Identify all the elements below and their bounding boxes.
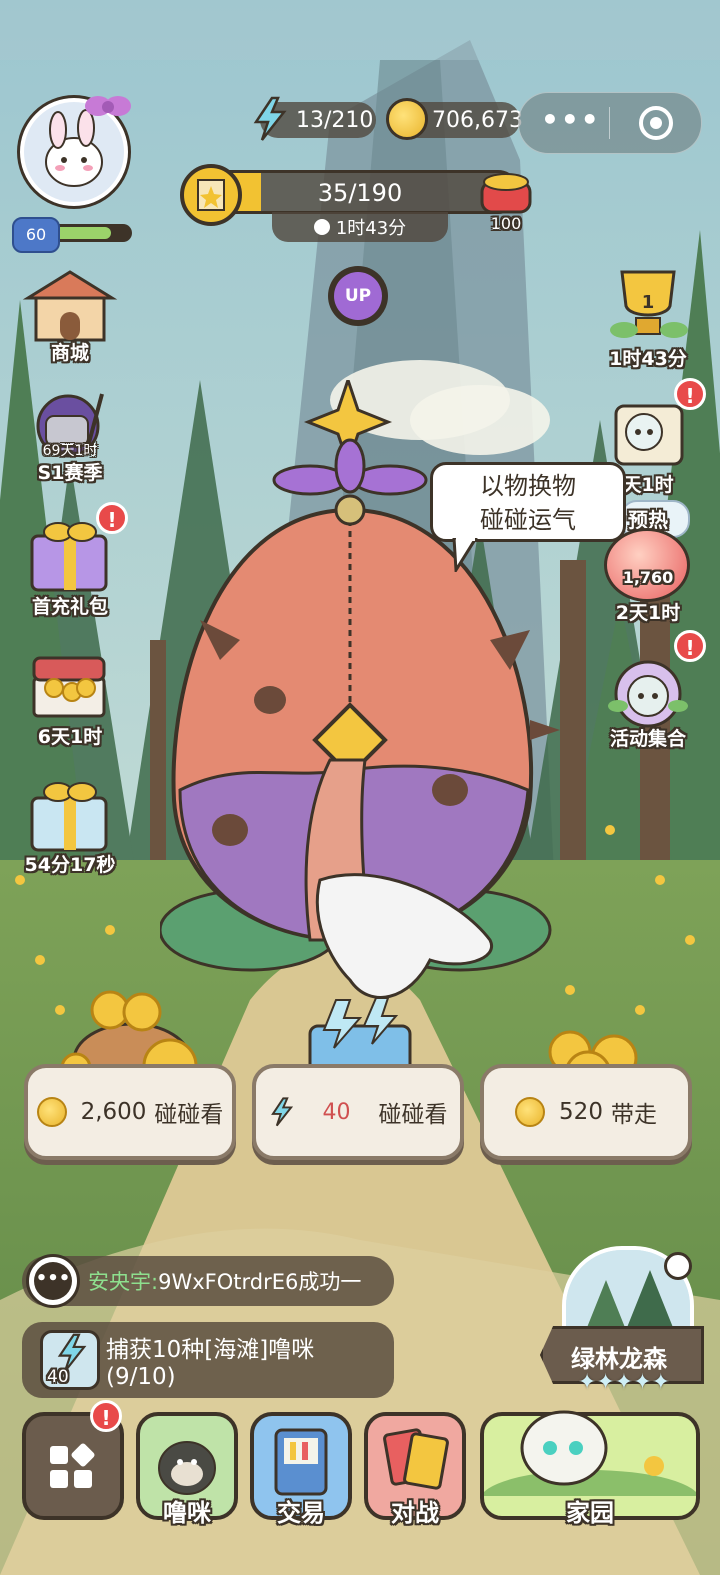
nav-battle-button[interactable]: 对战 bbox=[364, 1412, 466, 1527]
lightning-icon bbox=[250, 96, 290, 148]
xp-fill bbox=[53, 227, 111, 239]
gift-alert-badge: ! bbox=[96, 502, 128, 534]
energy-cost: 40 bbox=[322, 1099, 351, 1125]
creature-wreath-icon bbox=[608, 660, 688, 728]
menu-alert-badge: ! bbox=[90, 1400, 122, 1432]
nav-home-label: 家园 bbox=[566, 1499, 614, 1527]
speech-line-1: 以物换物 bbox=[480, 472, 576, 500]
coin-icon bbox=[515, 1097, 546, 1127]
coin-try-button[interactable]: 2,600 碰碰看 bbox=[24, 1064, 236, 1160]
more-icon[interactable]: ••• bbox=[541, 103, 601, 136]
season-timer: 69天1时 bbox=[42, 443, 98, 459]
nav-home-button[interactable]: 家园 bbox=[480, 1410, 700, 1527]
chat-feed[interactable]: ••• 安央宇: 9WxFOtrdrE6成功一 bbox=[22, 1254, 394, 1308]
mini-program-capsule: ••• bbox=[518, 92, 702, 154]
energy-try-button[interactable]: 40 碰碰看 bbox=[252, 1064, 464, 1160]
first-recharge-gift-button[interactable]: 首充礼包 ! bbox=[10, 502, 130, 618]
location-stars: ✦✦✦✦✦ bbox=[577, 1370, 671, 1395]
chat-icon: ••• bbox=[26, 1254, 80, 1308]
nav-trade-label: 交易 bbox=[277, 1499, 325, 1527]
speech-tail bbox=[452, 538, 478, 572]
treasure-chest-button[interactable]: 6天1时 bbox=[10, 644, 130, 748]
timed-gift-button[interactable]: 54分17秒 bbox=[10, 776, 130, 876]
timer-small-icon bbox=[664, 1252, 692, 1280]
event-collection-button[interactable]: 活动集合 ! bbox=[588, 630, 708, 754]
energy-value: 13/210 bbox=[296, 107, 374, 133]
shop-label: 商城 bbox=[50, 342, 89, 364]
take-cost: 520 bbox=[559, 1099, 603, 1125]
xp-bar bbox=[50, 224, 132, 242]
take-away-label: 带走 bbox=[610, 1102, 657, 1128]
season-progress-bar[interactable]: 35/190 bbox=[200, 170, 520, 214]
map-scroll-icon[interactable] bbox=[180, 164, 242, 226]
coin-icon bbox=[36, 1097, 67, 1127]
speech-line-2: 碰碰运气 bbox=[480, 506, 576, 534]
meat-event-button[interactable]: 1,760 2天1时 bbox=[588, 528, 708, 628]
coin-chest-icon bbox=[32, 656, 106, 718]
meat-value: 1,760 bbox=[622, 568, 674, 587]
nav-menu-button[interactable]: ! bbox=[22, 1400, 124, 1520]
nav-trade-button[interactable]: 交易 bbox=[250, 1412, 352, 1527]
gift-label: 首充礼包 bbox=[31, 596, 108, 618]
event-collection-label: 活动集合 bbox=[609, 728, 686, 750]
reward-chest[interactable]: 100 bbox=[476, 162, 536, 233]
timed-gift-timer: 54分17秒 bbox=[24, 854, 116, 876]
take-away-button[interactable]: 520 带走 bbox=[480, 1064, 692, 1160]
energy-counter[interactable]: 13/210 bbox=[253, 96, 376, 141]
coin-try-label: 碰碰看 bbox=[154, 1102, 224, 1128]
speech-bubble: 以物换物 碰碰运气 bbox=[430, 462, 626, 542]
rank-number: 1 bbox=[641, 292, 655, 313]
blue-gift-icon bbox=[30, 782, 108, 852]
up-boost-button[interactable]: UP bbox=[328, 266, 388, 326]
progress-value: 35/190 bbox=[317, 179, 403, 207]
lightning-icon bbox=[270, 1097, 293, 1127]
nav-lumi-label: 噜咪 bbox=[163, 1499, 211, 1527]
coin-value: 706,673 bbox=[432, 107, 523, 133]
coin-cost: 2,600 bbox=[80, 1099, 147, 1125]
nav-battle-label: 对战 bbox=[391, 1499, 439, 1527]
timer-value: 1时43分 bbox=[335, 218, 407, 239]
coin-icon bbox=[386, 98, 428, 140]
quest-title: 捕获10种[海滩]噜咪 bbox=[106, 1337, 315, 1363]
shop-icon bbox=[22, 270, 118, 342]
ranking-timer: 1时43分 bbox=[609, 348, 687, 370]
event-collection-alert-badge: ! bbox=[674, 630, 706, 662]
progress-timer: 1时43分 bbox=[272, 212, 448, 242]
ranking-button[interactable]: 1 1时43分 bbox=[588, 266, 708, 370]
quest-reward: 40 bbox=[40, 1330, 100, 1390]
level-value: 60 bbox=[25, 225, 47, 244]
level-badge: 60 bbox=[12, 217, 60, 253]
meat-timer: 2天1时 bbox=[615, 602, 681, 624]
close-mini-program-icon[interactable] bbox=[639, 106, 673, 140]
chest-timer: 6天1时 bbox=[37, 726, 103, 748]
nav-lumi-button[interactable]: 噜咪 bbox=[136, 1412, 238, 1527]
home-creature-icon bbox=[484, 1410, 696, 1496]
up-label: UP bbox=[334, 272, 382, 320]
capsule-divider bbox=[609, 107, 610, 139]
event-map-alert-badge: ! bbox=[674, 378, 706, 410]
energy-try-label: 碰碰看 bbox=[378, 1102, 448, 1128]
chat-message: 9WxFOtrdrE6成功一 bbox=[158, 1270, 362, 1294]
coin-counter[interactable]: 706,673 bbox=[386, 98, 523, 140]
shop-button[interactable]: 商城 bbox=[10, 268, 130, 368]
quest-panel[interactable]: 40 捕获10种[海滩]噜咪 (9/10) bbox=[22, 1322, 394, 1398]
season-label: S1赛季 bbox=[37, 462, 103, 484]
season-button[interactable]: 69天1时 S1赛季 bbox=[10, 388, 130, 488]
quest-progress: (9/10) bbox=[106, 1364, 176, 1390]
clock-icon bbox=[313, 219, 330, 235]
chat-user: 安央宇: bbox=[88, 1270, 159, 1294]
bow-icon bbox=[84, 92, 132, 122]
game-screen: 60 13/210 706,673 ••• 35/190 1时43分 100 U… bbox=[0, 0, 720, 1575]
quest-reward-value: 40 bbox=[47, 1367, 69, 1387]
lunchbox-icon bbox=[480, 173, 532, 214]
location-name: 绿林龙森 bbox=[571, 1345, 667, 1373]
reward-count: 100 bbox=[490, 214, 522, 233]
